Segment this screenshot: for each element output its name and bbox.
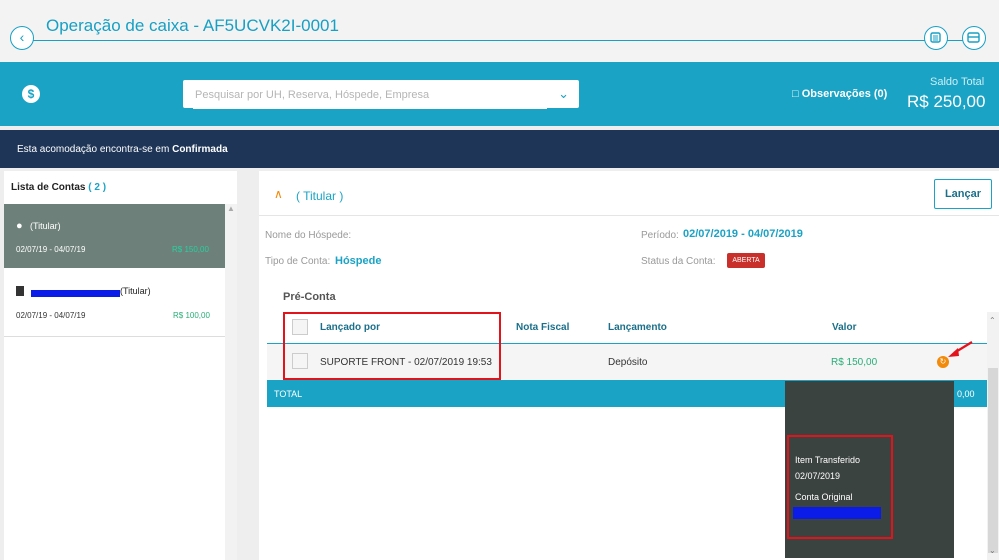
- account-heading: ( Titular ): [296, 189, 344, 203]
- status-message: Esta acomodação encontra-se em Confirmad…: [17, 144, 228, 155]
- section-title: Pré-Conta: [283, 291, 336, 303]
- status-value: Confirmada: [172, 144, 228, 155]
- accounts-scrollbar[interactable]: ▲: [225, 204, 237, 560]
- account-status-label: Status da Conta:: [641, 256, 716, 267]
- column-header-value[interactable]: Valor: [832, 322, 856, 333]
- account-card-1[interactable]: ● (Titular) 02/07/19 - 04/07/19 R$ 150,0…: [4, 204, 225, 268]
- divider: [259, 215, 999, 216]
- observations-label: Observações (0): [801, 88, 888, 100]
- dollar-icon[interactable]: $: [22, 85, 40, 103]
- account-card-2[interactable]: (Titular) 02/07/19 - 04/07/19 R$ 100,00: [4, 276, 225, 336]
- account-label: (Titular): [30, 221, 61, 231]
- balance-value: R$ 250,00: [907, 92, 986, 111]
- list-button[interactable]: [924, 26, 948, 50]
- period-value: 02/07/2019 - 04/07/2019: [683, 228, 803, 240]
- total-label: TOTAL: [274, 389, 303, 399]
- chevron-down-icon[interactable]: ⌄: [558, 86, 569, 102]
- account-amount: R$ 150,00: [172, 245, 209, 254]
- annotation-box: [283, 312, 501, 380]
- search-input[interactable]: [193, 81, 547, 109]
- account-dates: 02/07/19 - 04/07/19: [16, 245, 86, 254]
- balance-label: Saldo Total: [930, 76, 985, 88]
- account-type-label: Tipo de Conta:: [265, 256, 331, 267]
- guest-name-label: Nome do Hóspede:: [265, 230, 352, 241]
- card-button[interactable]: [962, 26, 986, 50]
- card-icon: [967, 32, 980, 43]
- account-type-value: Hóspede: [335, 255, 382, 267]
- accounts-title: Lista de Contas ( 2 ): [11, 182, 106, 193]
- annotation-arrow-icon: [948, 341, 973, 357]
- annotation-box: [787, 435, 893, 539]
- period-label: Período:: [641, 230, 679, 241]
- scroll-up-icon[interactable]: ▲: [227, 204, 235, 213]
- accounts-title-text: Lista de Contas: [11, 182, 86, 193]
- scroll-up-icon[interactable]: ⌃: [989, 316, 996, 325]
- redacted-name: [31, 290, 120, 297]
- person-icon: ●: [16, 220, 23, 232]
- divider: [4, 336, 225, 337]
- cell-value: R$ 150,00: [831, 357, 878, 368]
- account-dates: 02/07/19 - 04/07/19: [16, 311, 86, 320]
- observations-button[interactable]: □ Observações (0): [792, 88, 887, 100]
- compass-icon: ∧: [274, 187, 283, 201]
- accounts-count: ( 2 ): [88, 182, 107, 193]
- scroll-down-icon[interactable]: ⌄: [989, 546, 996, 555]
- page-title: Operação de caixa - AF5UCVK2I-0001: [46, 16, 339, 35]
- arrow-left-icon: ‹: [19, 29, 25, 45]
- column-header-invoice[interactable]: Nota Fiscal: [516, 322, 569, 333]
- list-icon: [930, 32, 941, 43]
- cell-entry: Depósito: [608, 357, 648, 368]
- back-button[interactable]: ‹: [10, 26, 34, 50]
- search-box[interactable]: ⌄: [183, 80, 579, 109]
- scrollbar-thumb[interactable]: [988, 368, 998, 553]
- account-label: (Titular): [120, 286, 151, 296]
- comment-icon: □: [792, 88, 799, 100]
- status-badge: ABERTA: [727, 253, 765, 268]
- building-icon: [16, 286, 24, 296]
- total-value: 0,00: [957, 389, 975, 399]
- column-header-entry[interactable]: Lançamento: [608, 322, 667, 333]
- status-prefix: Esta acomodação encontra-se em: [17, 144, 173, 155]
- title-underline: [30, 40, 980, 41]
- launch-button[interactable]: Lançar: [934, 179, 992, 209]
- account-amount: R$ 100,00: [173, 311, 210, 320]
